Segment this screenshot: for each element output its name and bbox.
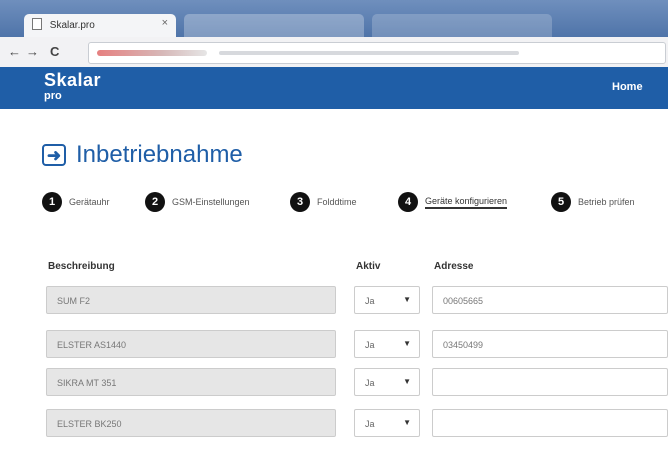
aktiv-value: Ja [365, 419, 375, 429]
aktiv-value: Ja [365, 340, 375, 350]
address-input[interactable]: 03450499 [432, 330, 668, 358]
browser-tab[interactable]: Skalar.pro × [24, 14, 176, 37]
brand-suffix: pro [44, 90, 62, 102]
step-number: 1 [42, 192, 62, 212]
browser-tab-blurred[interactable] [372, 14, 552, 37]
page-title: Inbetriebnahme [76, 141, 243, 168]
aktiv-value: Ja [365, 296, 375, 306]
address-input[interactable] [432, 368, 668, 396]
step-number: 5 [551, 192, 571, 212]
description-field: SUM F2 [46, 286, 336, 314]
browser-tab-blurred[interactable] [184, 14, 364, 37]
app-navbar: Skalar pro Home [0, 67, 668, 109]
arrow-right-box-icon: ➜ [42, 144, 66, 166]
step-number: 3 [290, 192, 310, 212]
url-text-blurred [97, 50, 207, 56]
wizard-steps: 1 Gerätauhr 2 GSM-Einstellungen 3 Folddt… [42, 192, 668, 214]
forward-icon[interactable]: → [26, 44, 39, 59]
address-input[interactable]: 00605665 [432, 286, 668, 314]
address-bar[interactable] [88, 42, 666, 64]
step-5[interactable]: 5 Betrieb prüfen [551, 192, 635, 212]
caret-down-icon: ▼ [403, 339, 411, 348]
description-field: ELSTER BK250 [46, 409, 336, 437]
brand-name: Skalar [44, 70, 102, 90]
close-tab-icon[interactable]: × [162, 17, 168, 29]
column-header-aktiv: Aktiv [356, 261, 381, 272]
back-icon[interactable]: ← [8, 44, 21, 59]
step-label: GSM-Einstellungen [172, 197, 250, 207]
step-number: 2 [145, 192, 165, 212]
aktiv-select[interactable]: Ja ▼ [354, 330, 420, 358]
url-text-blurred [219, 51, 519, 55]
column-header-adresse: Adresse [434, 261, 474, 272]
main-content: ➜ Inbetriebnahme 1 Gerätauhr 2 GSM-Einst… [0, 109, 668, 470]
table-row: ELSTER BK250 Ja ▼ [0, 409, 668, 439]
aktiv-select[interactable]: Ja ▼ [354, 286, 420, 314]
caret-down-icon: ▼ [403, 377, 411, 386]
table-row: SUM F2 Ja ▼ 00605665 [0, 286, 668, 316]
description-field: ELSTER AS1440 [46, 330, 336, 358]
aktiv-select[interactable]: Ja ▼ [354, 368, 420, 396]
tab-bar: Skalar.pro × [0, 0, 668, 37]
step-number: 4 [398, 192, 418, 212]
step-3[interactable]: 3 Folddtime [290, 192, 357, 212]
browser-toolbar: ← → C [0, 37, 668, 68]
aktiv-select[interactable]: Ja ▼ [354, 409, 420, 437]
nav-home-link[interactable]: Home [612, 81, 643, 93]
reload-icon[interactable]: C [50, 44, 59, 59]
address-input[interactable] [432, 409, 668, 437]
column-header-beschreibung: Beschreibung [48, 261, 115, 272]
brand-logo[interactable]: Skalar pro [44, 71, 101, 102]
step-label: Betrieb prüfen [578, 197, 635, 207]
table-row: ELSTER AS1440 Ja ▼ 03450499 [0, 330, 668, 360]
step-label: Folddtime [317, 197, 357, 207]
description-field: SIKRA MT 351 [46, 368, 336, 396]
step-4[interactable]: 4 Geräte konfigurieren [398, 192, 508, 212]
page-heading: ➜ Inbetriebnahme [42, 141, 243, 169]
step-label: Gerätauhr [69, 197, 110, 207]
page-icon [32, 18, 42, 30]
tab-title: Skalar.pro [49, 20, 95, 31]
table-row: SIKRA MT 351 Ja ▼ [0, 368, 668, 398]
aktiv-value: Ja [365, 378, 375, 388]
browser-window: Skalar.pro × ← → C Skalar pro Home ➜ Inb… [0, 0, 668, 470]
step-1[interactable]: 1 Gerätauhr [42, 192, 110, 212]
step-2[interactable]: 2 GSM-Einstellungen [145, 192, 250, 212]
caret-down-icon: ▼ [403, 418, 411, 427]
caret-down-icon: ▼ [403, 295, 411, 304]
step-label: Geräte konfigurieren [425, 196, 508, 209]
